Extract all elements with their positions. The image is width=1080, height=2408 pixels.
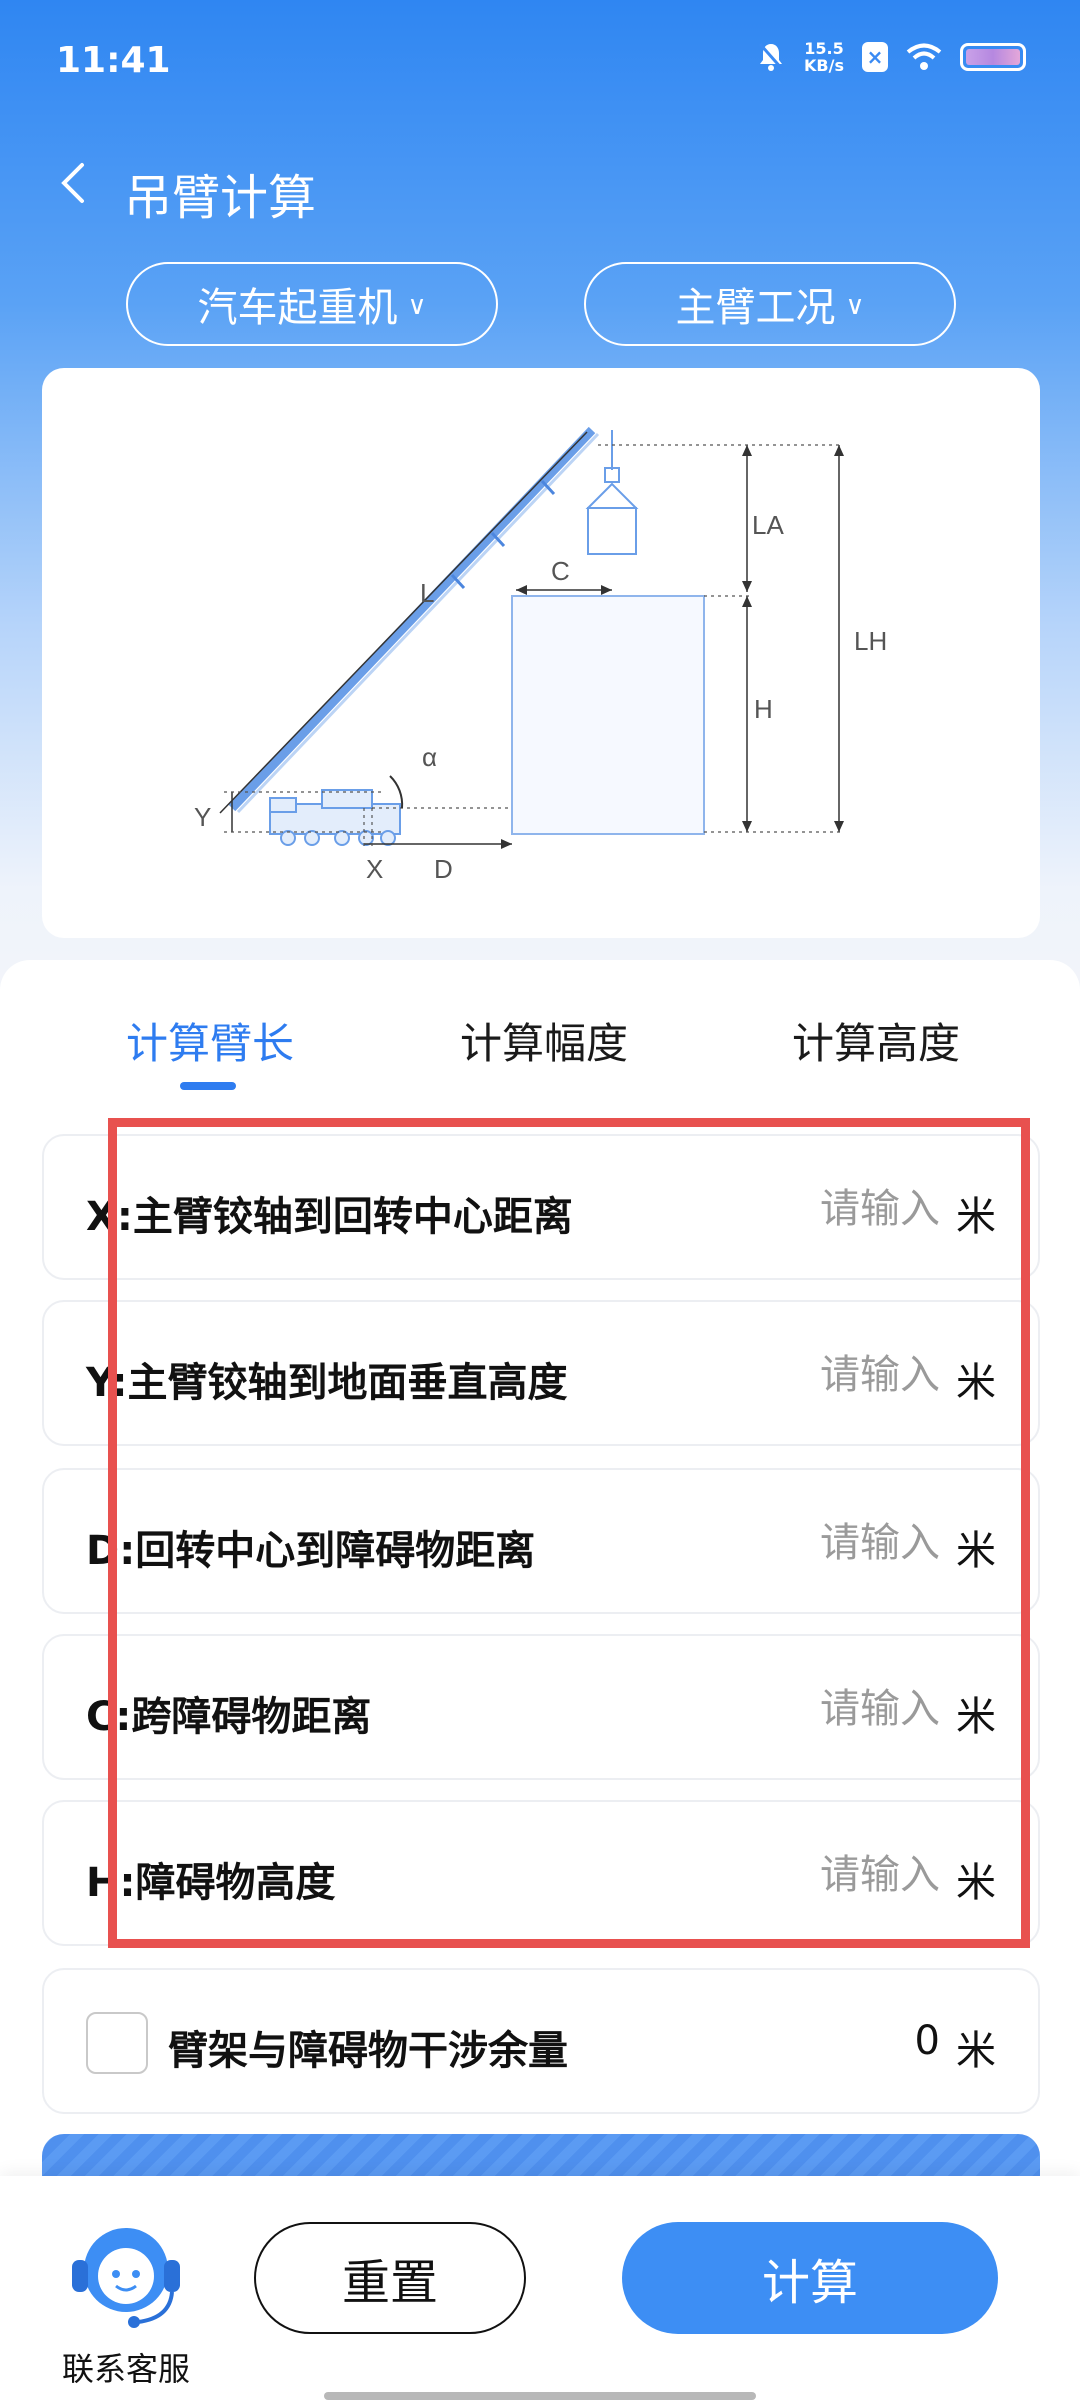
input-row-x: X:主臂铰轴到回转中心距离 米 xyxy=(42,1134,1040,1280)
tab-calc-boom-length[interactable]: 计算臂长 xyxy=(126,1010,294,1071)
home-indicator xyxy=(324,2392,756,2400)
back-arrow-icon[interactable] xyxy=(48,158,98,208)
unit-c: 米 xyxy=(956,1694,996,1740)
unit-d: 米 xyxy=(956,1528,996,1574)
customer-service-button[interactable]: 联系客服 xyxy=(56,2214,196,2388)
diagram-label-C: C xyxy=(551,556,570,586)
status-icons: 15.5 KB/s × xyxy=(756,40,1026,74)
reset-button[interactable]: 重置 xyxy=(254,2222,526,2334)
customer-service-label: 联系客服 xyxy=(61,2350,190,2388)
diagram-label-D: D xyxy=(434,854,453,884)
input-c[interactable] xyxy=(720,1676,940,1742)
network-speed: 15.5 KB/s xyxy=(804,40,844,74)
input-label-d: D:回转中心到障碍物距离 xyxy=(86,1528,536,1574)
mute-bell-icon xyxy=(758,43,785,71)
diagram-label-H: H xyxy=(754,694,773,724)
tab-calc-radius[interactable]: 计算幅度 xyxy=(460,1010,628,1071)
bottom-action-bar: 联系客服 重置 计算 xyxy=(0,2176,1080,2408)
input-x[interactable] xyxy=(720,1176,940,1242)
status-time: 11:41 xyxy=(56,40,171,81)
calc-tabs: 计算臂长 计算幅度 计算高度 xyxy=(0,960,1080,1090)
input-row-h: H:障碍物高度 米 xyxy=(42,1800,1040,1946)
status-bar: 11:41 15.5 KB/s × xyxy=(0,0,1080,120)
page-title: 吊臂计算 xyxy=(124,170,317,226)
diagram-label-L: L xyxy=(420,578,434,608)
speed-value: 15.5 xyxy=(804,39,844,58)
input-row-y: Y:主臂铰轴到地面垂直高度 米 xyxy=(42,1300,1040,1446)
boom-mode-value: 主臂工况 xyxy=(675,285,836,331)
input-row-c: C:跨障碍物距离 米 xyxy=(42,1634,1040,1780)
diagram-label-alpha: α xyxy=(422,742,437,772)
chevron-down-icon: ∨ xyxy=(407,291,427,321)
diagram-label-LA: LA xyxy=(752,510,784,540)
load-box xyxy=(587,507,637,555)
input-label-y: Y:主臂铰轴到地面垂直高度 xyxy=(86,1360,568,1406)
unit-x: 米 xyxy=(956,1194,996,1240)
diagram-label-X: X xyxy=(366,854,383,884)
unit-h: 米 xyxy=(956,1860,996,1906)
tab-calc-height[interactable]: 计算高度 xyxy=(792,1010,960,1071)
clearance-unit: 米 xyxy=(956,2028,996,2074)
speed-unit: KB/s xyxy=(804,56,844,75)
boom-diagram-card: L C LA LH H α Y X D xyxy=(42,368,1040,938)
unit-y: 米 xyxy=(956,1360,996,1406)
input-label-h: H:障碍物高度 xyxy=(86,1860,336,1906)
clearance-row: 臂架与障碍物干涉余量 0 米 xyxy=(42,1968,1040,2114)
clearance-value: 0 xyxy=(914,2018,940,2064)
input-label-c: C:跨障碍物距离 xyxy=(86,1694,372,1740)
chevron-down-icon: ∨ xyxy=(845,291,865,321)
headset-agent-icon xyxy=(72,2228,180,2328)
active-tab-indicator xyxy=(180,1082,236,1090)
input-y[interactable] xyxy=(720,1342,940,1408)
input-d[interactable] xyxy=(720,1510,940,1576)
crane-truck xyxy=(269,789,401,846)
boom-mode-dropdown[interactable]: 主臂工况 ∨ xyxy=(584,262,956,346)
input-h[interactable] xyxy=(720,1842,940,1908)
nav-bar: 吊臂计算 xyxy=(0,140,1080,230)
clearance-label: 臂架与障碍物干涉余量 xyxy=(168,2028,568,2074)
battery-icon xyxy=(960,43,1026,71)
clearance-checkbox[interactable] xyxy=(86,2012,148,2074)
input-label-x: X:主臂铰轴到回转中心距离 xyxy=(86,1194,573,1240)
wifi-icon xyxy=(906,43,942,70)
crane-type-dropdown[interactable]: 汽车起重机 ∨ xyxy=(126,262,498,346)
obstacle-block xyxy=(511,595,705,835)
boom-diagram: L C LA LH H α Y X D xyxy=(194,426,887,884)
sim-icon: × xyxy=(862,42,888,72)
crane-type-value: 汽车起重机 xyxy=(197,285,398,331)
diagram-label-LH: LH xyxy=(854,626,887,656)
diagram-label-Y: Y xyxy=(194,802,211,832)
calculate-button[interactable]: 计算 xyxy=(622,2222,998,2334)
input-row-d: D:回转中心到障碍物距离 米 xyxy=(42,1468,1040,1614)
